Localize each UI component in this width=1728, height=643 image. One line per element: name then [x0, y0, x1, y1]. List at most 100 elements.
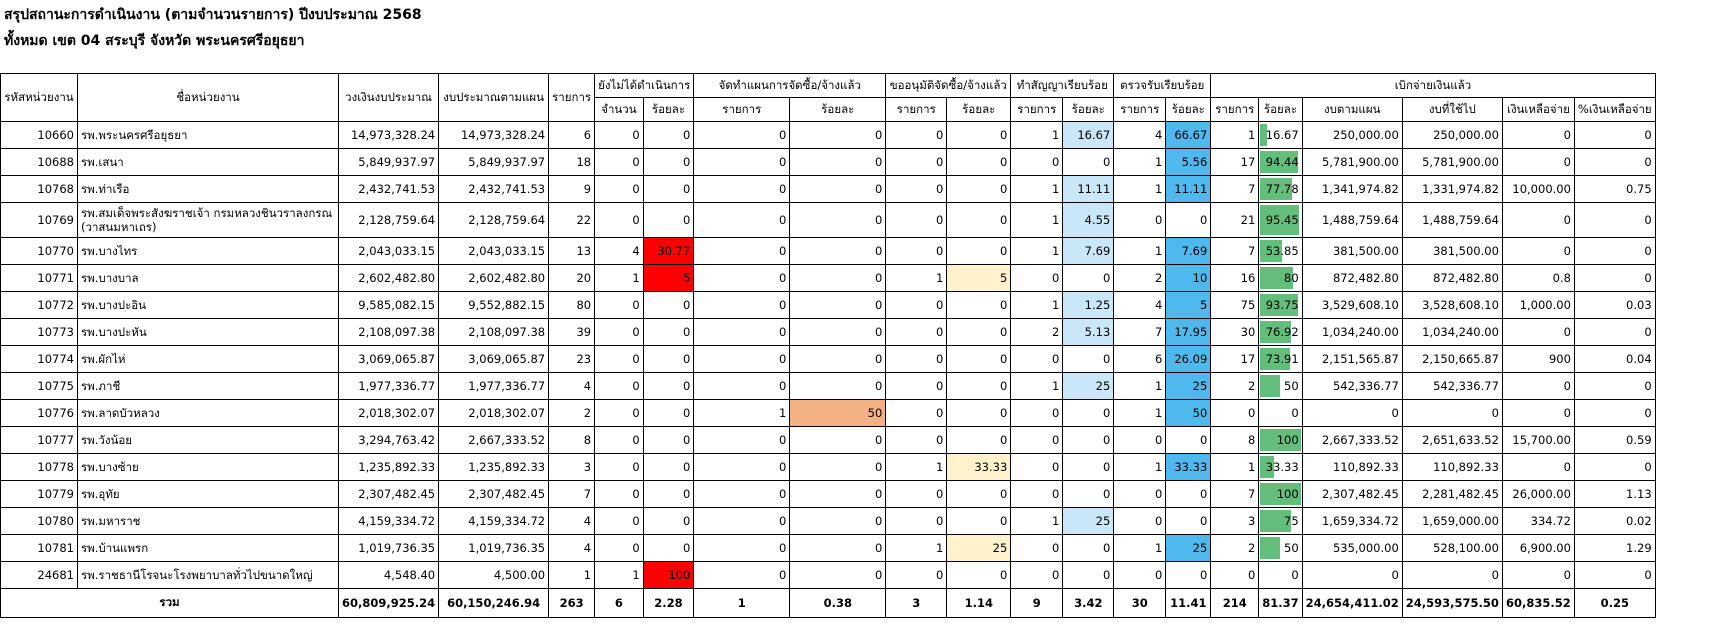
- subheader-item: รายการ: [1210, 97, 1260, 122]
- row-planning-percent: 0: [789, 202, 887, 238]
- row-budget: 1,235,892.33: [337, 453, 440, 481]
- row-not-started-percent: 0: [642, 480, 695, 508]
- row-planning-count: 0: [693, 372, 791, 400]
- row-code: 10688: [0, 148, 78, 176]
- total-approval-count: 3: [885, 588, 948, 618]
- table-body: 10660 รพ.พระนครศรีอยุธยา 14,973,328.24 14,9…: [0, 121, 1656, 589]
- disbursed-percent-value: 0: [1291, 568, 1299, 582]
- row-name: รพ.ลาดบัวหลวง: [77, 399, 339, 427]
- row-planning-count: 0: [693, 291, 791, 319]
- total-label: รวม: [0, 588, 339, 618]
- row-budget: 2,432,741.53: [337, 175, 440, 203]
- row-remaining: 0: [1501, 148, 1575, 176]
- disbursed-percent-value: 77.78: [1265, 182, 1299, 196]
- row-plan-budget: 2,667,333.52: [438, 426, 550, 454]
- total-remaining: 60,835.52: [1501, 588, 1575, 618]
- row-plan-budget: 2,018,302.07: [438, 399, 550, 427]
- subheader-percent: ร้อยละ: [642, 97, 695, 122]
- subheader-percent: ร้อยละ: [946, 97, 1012, 122]
- row-remaining: 0: [1501, 237, 1575, 265]
- row-name: รพ.เสนา: [77, 148, 339, 176]
- row-contracted-percent: 1.25: [1062, 291, 1115, 319]
- row-approval-percent: 0: [946, 291, 1012, 319]
- total-contracted-percent: 3.42: [1062, 588, 1115, 618]
- row-planning-percent: 0: [789, 507, 887, 535]
- row-contracted-percent: 0: [1062, 480, 1115, 508]
- row-received-percent: 25: [1165, 534, 1212, 562]
- row-code: 10774: [0, 345, 78, 373]
- row-items: 9: [548, 175, 596, 203]
- disbursed-percent-value: 73.91: [1265, 352, 1299, 366]
- row-not-started-percent: 0: [642, 291, 695, 319]
- disbursed-percent-value: 93.75: [1265, 298, 1299, 312]
- row-items: 4: [548, 534, 596, 562]
- row-contracted-count: 2: [1010, 318, 1064, 346]
- header-code: รหัสหน่วยงาน: [0, 73, 78, 122]
- row-name: รพ.สมเด็จพระสังฆราชเจ้า กรมหลวงชินวราลงก…: [77, 202, 339, 238]
- row-contracted-count: 0: [1010, 148, 1064, 176]
- row-contracted-count: 0: [1010, 534, 1064, 562]
- disbursed-percent-value: 100: [1276, 487, 1299, 501]
- row-name: รพ.มหาราช: [77, 507, 339, 535]
- row-contracted-count: 0: [1010, 399, 1064, 427]
- row-received-percent: 0: [1165, 202, 1212, 238]
- row-disbursed-count: 7: [1210, 175, 1260, 203]
- row-planning-count: 0: [693, 480, 791, 508]
- row-name: รพ.บางซ้าย: [77, 453, 339, 481]
- header-not-started: ยังไม่ได้ดำเนินการ: [594, 73, 695, 98]
- table-row: 10769 รพ.สมเด็จพระสังฆราชเจ้า กรมหลวงชินว…: [0, 202, 1656, 238]
- row-remaining: 26,000.00: [1501, 480, 1575, 508]
- row-approval-count: 0: [885, 121, 948, 149]
- row-disbursed-percent: 33.33: [1258, 453, 1303, 481]
- row-approval-count: 0: [885, 318, 948, 346]
- row-planning-percent: 0: [789, 453, 887, 481]
- row-received-percent: 7.69: [1165, 237, 1212, 265]
- row-contracted-count: 1: [1010, 237, 1064, 265]
- row-planning-percent: 0: [789, 318, 887, 346]
- row-used-amount: 2,651,633.52: [1401, 426, 1503, 454]
- total-planning-count: 1: [693, 588, 791, 618]
- row-plan-budget: 5,849,937.97: [438, 148, 550, 176]
- row-remaining-pct: 0: [1573, 318, 1656, 346]
- row-not-started-count: 0: [594, 318, 644, 346]
- row-received-percent: 50: [1165, 399, 1212, 427]
- row-contracted-count: 1: [1010, 202, 1064, 238]
- row-planning-percent: 0: [789, 426, 887, 454]
- row-received-count: 1: [1113, 534, 1167, 562]
- table-row: 10777 รพ.วังน้อย 3,294,763.42 2,667,333.52 8…: [0, 426, 1656, 454]
- row-code: 10768: [0, 175, 78, 203]
- table-row: 24681 รพ.ราชธานีโรจนะโรงพยาบาลทั่วไปขนาดใ…: [0, 561, 1656, 589]
- row-name: รพ.ราชธานีโรจนะโรงพยาบาลทั่วไปขนาดใหญ่: [77, 561, 339, 589]
- row-planning-count: 0: [693, 148, 791, 176]
- row-code: 10781: [0, 534, 78, 562]
- row-used-amount: 0: [1401, 399, 1503, 427]
- row-plan-amount: 381,500.00: [1301, 237, 1403, 265]
- row-planning-count: 0: [693, 534, 791, 562]
- row-planning-percent: 0: [789, 148, 887, 176]
- row-disbursed-percent: 50: [1258, 534, 1303, 562]
- subheader-remaining: เงินเหลือจ่าย: [1501, 97, 1575, 122]
- row-received-count: 0: [1113, 426, 1167, 454]
- row-used-amount: 872,482.80: [1401, 264, 1503, 292]
- row-code: 10776: [0, 399, 78, 427]
- row-not-started-count: 1: [594, 561, 644, 589]
- row-not-started-percent: 0: [642, 372, 695, 400]
- row-approval-count: 1: [885, 264, 948, 292]
- table-row: 10781 รพ.บ้านแพรก 1,019,736.35 1,019,736.35…: [0, 534, 1656, 562]
- row-planning-count: 0: [693, 237, 791, 265]
- row-not-started-percent: 0: [642, 399, 695, 427]
- row-contracted-percent: 0: [1062, 561, 1115, 589]
- row-remaining-pct: 0: [1573, 561, 1656, 589]
- row-disbursed-percent: 100: [1258, 480, 1303, 508]
- disbursed-percent-bar: [1260, 537, 1281, 559]
- row-items: 3: [548, 453, 596, 481]
- disbursed-percent-value: 33.33: [1265, 460, 1299, 474]
- row-remaining: 1,000.00: [1501, 291, 1575, 319]
- row-not-started-percent: 0: [642, 426, 695, 454]
- total-items: 263: [548, 588, 596, 618]
- row-approval-count: 0: [885, 399, 948, 427]
- row-received-percent: 66.67: [1165, 121, 1212, 149]
- disbursed-percent-value: 80: [1284, 271, 1299, 285]
- row-remaining-pct: 1.29: [1573, 534, 1656, 562]
- subheader-plan-amount: งบตามแผน: [1301, 97, 1403, 122]
